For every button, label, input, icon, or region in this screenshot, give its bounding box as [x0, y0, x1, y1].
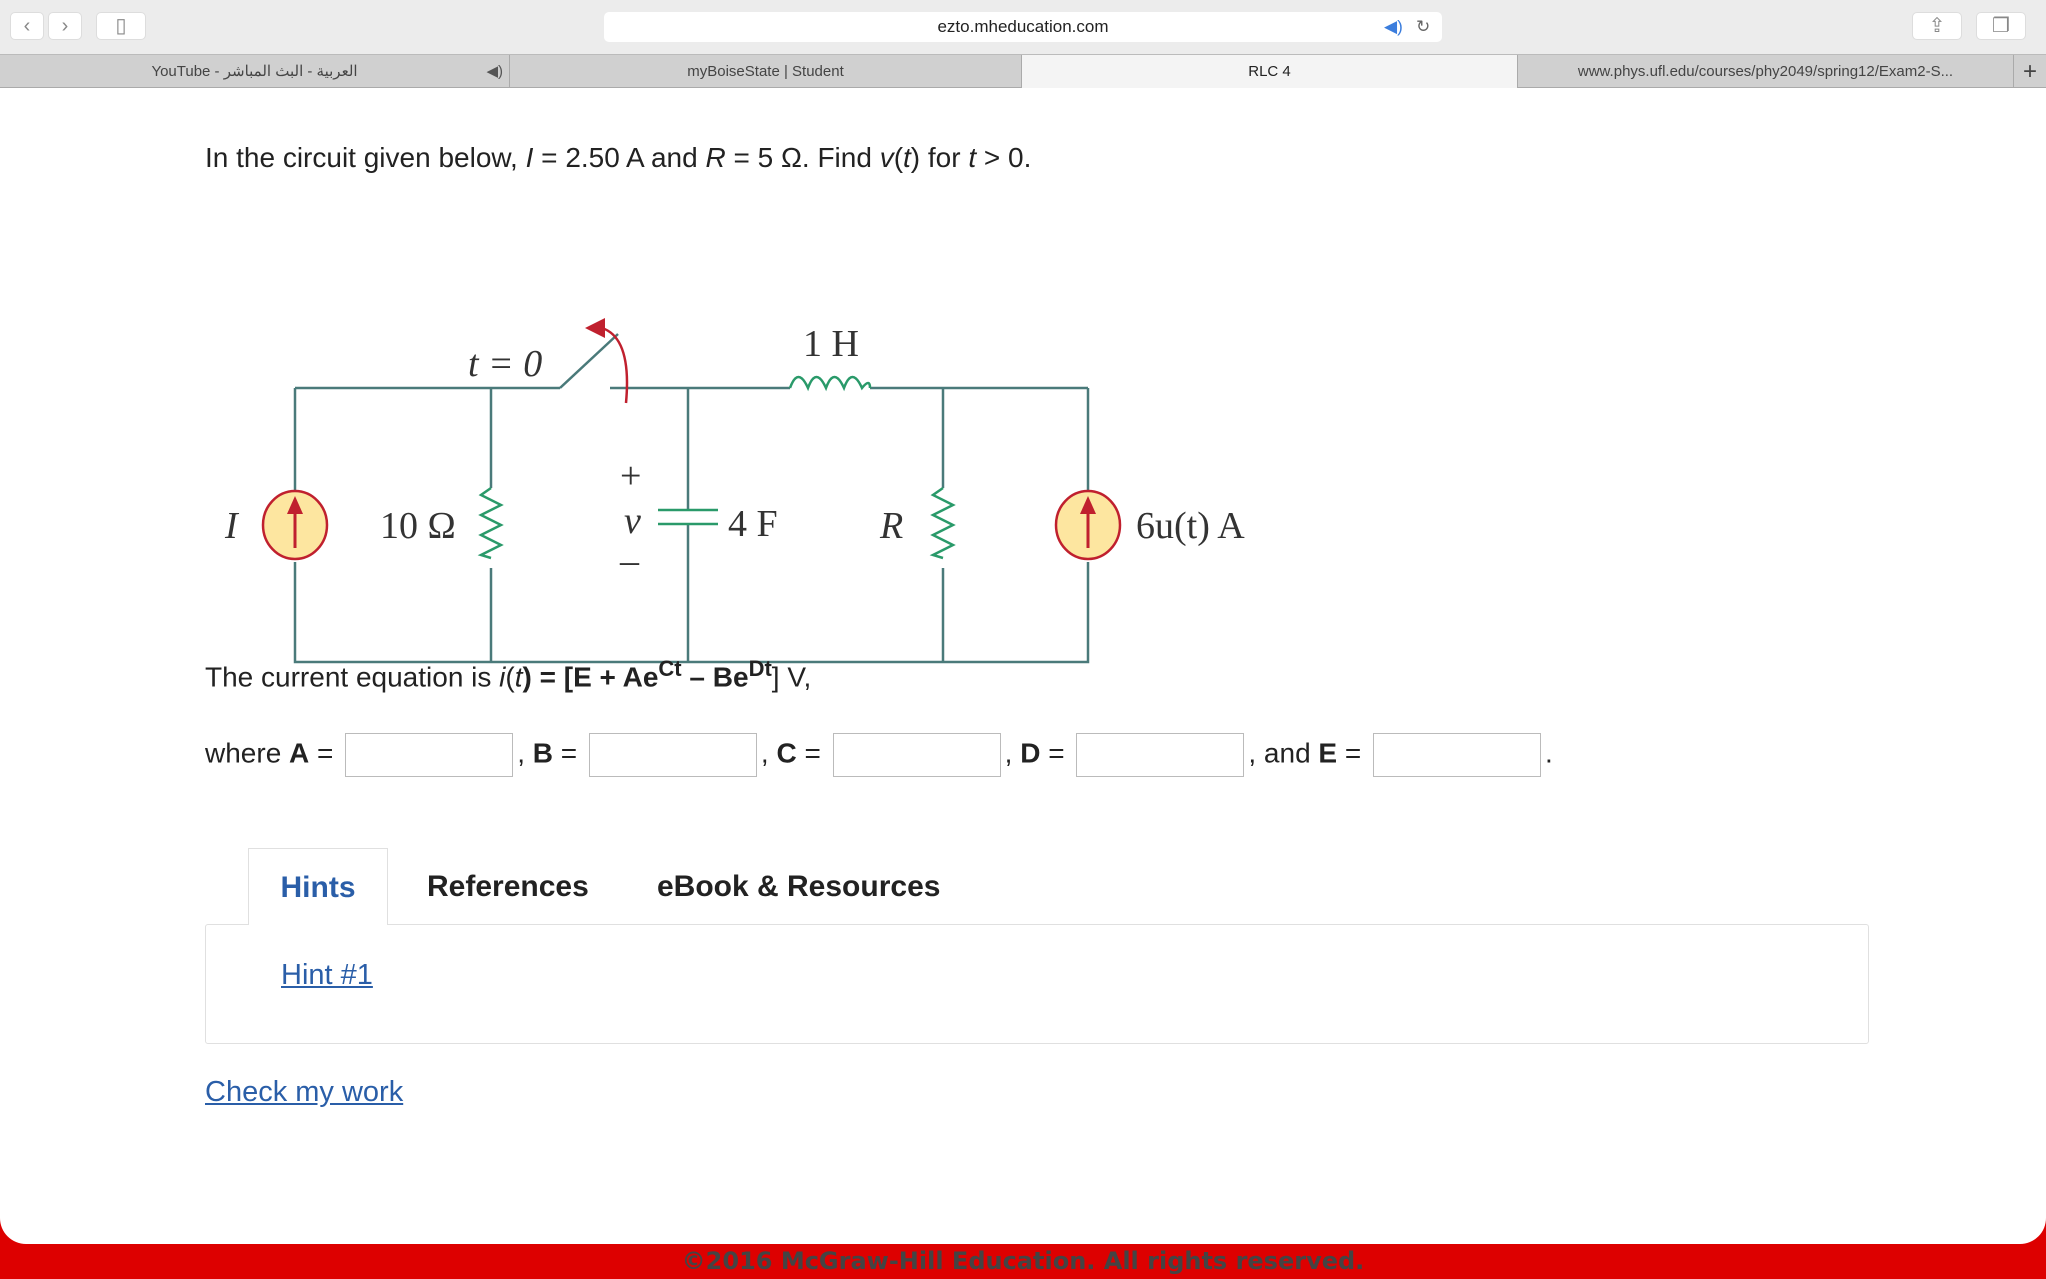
tab-references[interactable]: References	[427, 848, 589, 925]
answer-c-input[interactable]	[832, 733, 1001, 777]
url-text: ezto.mheducation.com	[937, 17, 1109, 36]
wires	[293, 333, 1090, 664]
tab-ebook-resources[interactable]: eBook & Resources	[657, 848, 940, 925]
answer-d-input[interactable]	[1076, 733, 1245, 777]
v-plus: +	[620, 455, 641, 497]
source-left-label: I	[224, 505, 240, 547]
capacitor	[658, 508, 718, 526]
browser-tab[interactable]: YouTube - العربية - البث المباشر ◀)	[0, 55, 510, 88]
switch-arrow-icon	[601, 326, 629, 404]
equation-text: The current equation is i(t) = [E + AeCt…	[205, 656, 812, 693]
hint-1-link[interactable]: Hint #1	[281, 959, 373, 992]
browser-tab[interactable]: www.phys.ufl.edu/courses/phy2049/spring1…	[1518, 55, 2014, 88]
share-icon[interactable]: ⇪	[1912, 12, 1962, 40]
inductor-label: 1 H	[803, 323, 859, 365]
switch-arrowhead-icon	[585, 318, 605, 338]
forward-icon[interactable]: ›	[48, 12, 82, 40]
question-text: In the circuit given below, I = 2.50 A a…	[205, 142, 1032, 173]
answer-e-input[interactable]	[1373, 733, 1542, 777]
current-source-left	[261, 489, 329, 561]
tab-label: www.phys.ufl.edu/courses/phy2049/spring1…	[1577, 63, 1954, 80]
browser-tab-bar: YouTube - العربية - البث المباشر ◀) myBoi…	[0, 54, 2046, 88]
answer-row: where A = , B = , C = , D = , and E = .	[205, 733, 1553, 777]
answer-b-input[interactable]	[588, 733, 757, 777]
hints-panel: Hint #1	[205, 924, 1869, 1044]
tab-label: YouTube - العربية - البث المباشر	[151, 63, 358, 80]
capacitor-label: 4 F	[728, 503, 778, 545]
source-right-label: 6u(t) A	[1136, 505, 1245, 547]
browser-tab-active[interactable]: RLC 4	[1022, 55, 1518, 88]
check-my-work-link[interactable]: Check my work	[205, 1076, 403, 1109]
address-bar[interactable]: ezto.mheducation.com ◀) ↻	[604, 12, 1442, 42]
browser-toolbar: ‹ › ▯ ezto.mheducation.com ◀) ↻ ⇪ ❐	[0, 0, 2046, 54]
circuit-diagram: t = 0 1 H I 10 Ω + v – 4 F R 6u(t) A	[224, 318, 1245, 664]
answer-a-input[interactable]	[345, 733, 514, 777]
footer-copyright: ©2016 McGraw-Hill Education. All rights …	[681, 1247, 1365, 1275]
audio-icon[interactable]: ◀)	[486, 55, 503, 88]
tab-label: RLC 4	[1248, 63, 1291, 80]
current-source-right	[1054, 489, 1122, 561]
resistor-R	[929, 486, 956, 560]
sidebar-icon[interactable]: ▯	[96, 12, 146, 40]
new-tab-icon[interactable]: +	[2014, 55, 2046, 88]
tab-hints[interactable]: Hints	[248, 848, 388, 925]
speaker-icon[interactable]: ◀)	[1384, 12, 1403, 42]
resistor-10-ohm	[477, 486, 504, 560]
resistor-10-label: 10 Ω	[380, 505, 456, 547]
tab-label: myBoiseState | Student	[687, 63, 844, 80]
reload-icon[interactable]: ↻	[1416, 12, 1430, 42]
browser-tab[interactable]: myBoiseState | Student	[510, 55, 1022, 88]
v-minus: –	[619, 540, 640, 582]
inductor	[788, 375, 872, 392]
switch-label: t = 0	[468, 343, 542, 385]
v-label: v	[624, 500, 641, 542]
resistor-R-label: R	[879, 505, 903, 547]
tabs-icon[interactable]: ❐	[1976, 12, 2026, 40]
page-content: In the circuit given below, I = 2.50 A a…	[0, 88, 2046, 1244]
back-icon[interactable]: ‹	[10, 12, 44, 40]
